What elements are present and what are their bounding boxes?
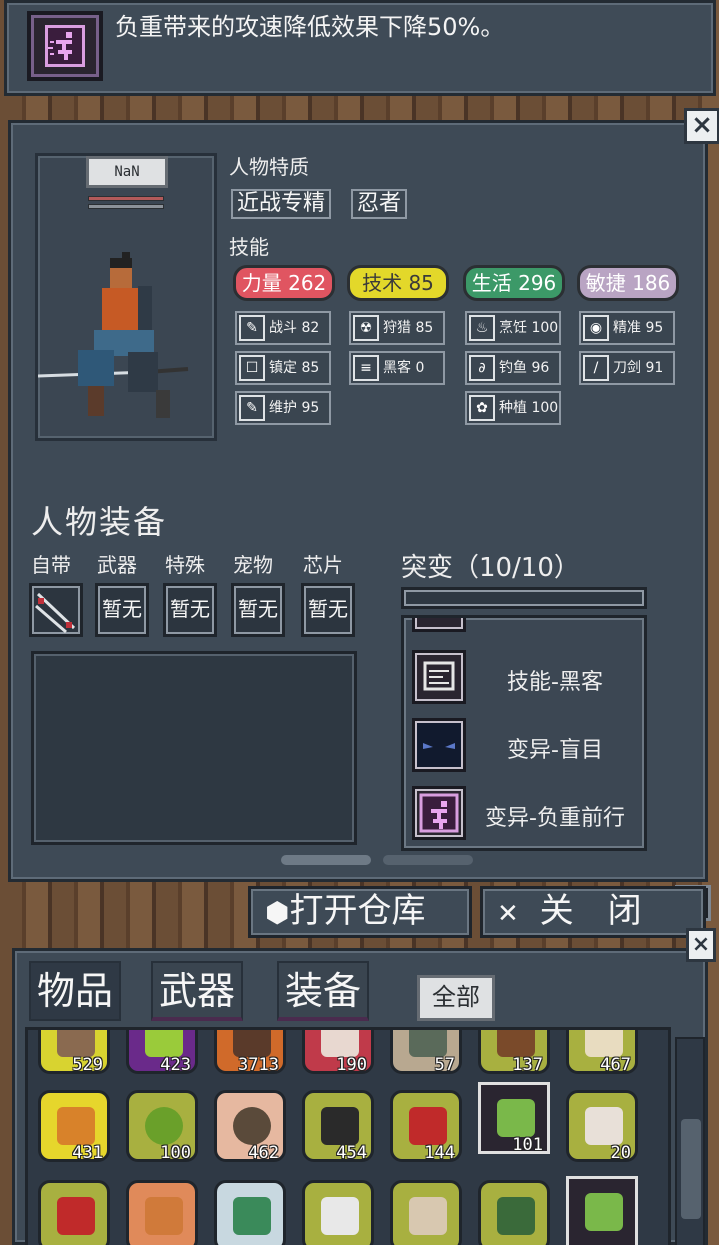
dual-blades-icon	[35, 592, 76, 634]
close-button[interactable]: ✕ 关 闭	[480, 886, 706, 938]
tooltip-text: 负重带来的攻速降低效果下降50%。	[115, 13, 505, 41]
skill-fishing[interactable]: ∂ 钓鱼 96	[465, 351, 561, 385]
skill-composure[interactable]: ☐ 镇定 85	[235, 351, 331, 385]
tab-weapons[interactable]: 武器	[151, 961, 244, 1021]
inventory-item[interactable]: 454	[302, 1090, 374, 1163]
character-portrait: NaN	[35, 153, 217, 441]
inventory-scrollbar[interactable]	[675, 1037, 705, 1245]
blind-eyes-icon	[412, 718, 466, 772]
slot-chip[interactable]: 暂无	[301, 583, 355, 637]
inventory-item[interactable]	[302, 1180, 374, 1245]
stat-strength[interactable]: 力量 262	[233, 265, 335, 301]
inventory-item[interactable]: 144	[390, 1090, 462, 1163]
running-figure-icon	[27, 11, 103, 81]
page-indicator-active[interactable]	[281, 855, 371, 865]
skill-hacking[interactable]: ≡ 黑客 0	[349, 351, 445, 385]
mutation-list[interactable]: 技能-黑客 变异-盲目 变异-负重前行	[401, 615, 647, 851]
trait-melee-specialist[interactable]: 近战专精	[231, 189, 332, 219]
tab-equipment[interactable]: 装备	[277, 961, 370, 1021]
close-icon: ✕	[497, 899, 519, 929]
circuit-icon: ≡	[353, 355, 379, 381]
health-bar	[88, 196, 164, 201]
stat-technique[interactable]: 技术 85	[347, 265, 449, 301]
plant-icon: ✿	[469, 395, 495, 421]
equipment-stats-box	[31, 651, 357, 845]
slot-builtin[interactable]	[29, 583, 83, 637]
slot-weapon[interactable]: 暂无	[95, 583, 149, 637]
skill-planting[interactable]: ✿ 种植 100	[465, 391, 561, 425]
mutation-progress-bar	[401, 587, 647, 609]
skill-combat[interactable]: ✎ 战斗 82	[235, 311, 331, 345]
box-icon: ⬢	[265, 896, 290, 929]
inventory-item[interactable]	[390, 1180, 462, 1245]
inventory-item-selected[interactable]: 101	[478, 1082, 550, 1155]
wrench-icon: ✎	[239, 315, 265, 341]
mutation-item-partial[interactable]	[412, 618, 638, 634]
stat-agility[interactable]: 敏捷 186	[577, 265, 679, 301]
inventory-item[interactable]	[478, 1180, 550, 1245]
mutation-item-burden-walker[interactable]: 变异-负重前行	[412, 786, 638, 842]
inventory-panel: 物品 武器 装备 全部 529 423 3713 190 57 137 467 …	[12, 948, 708, 1245]
mutations-title: 突变（10/10）	[401, 553, 580, 583]
ninja-sprite	[38, 252, 189, 418]
eye-icon: ◉	[583, 315, 609, 341]
inventory-item[interactable]	[566, 1176, 638, 1245]
skill-blades[interactable]: / 刀剑 91	[579, 351, 675, 385]
inventory-item[interactable]: 3713	[214, 1030, 286, 1075]
cooking-pot-icon: ♨	[469, 315, 495, 341]
slot-label-builtin: 自带	[31, 553, 71, 577]
open-storage-button[interactable]: ⬢打开仓库	[248, 886, 472, 938]
character-panel: NaN 人物特质 近战专精 忍者 技能 力量 262 技术 85 生活 296 …	[8, 120, 711, 921]
inventory-item[interactable]: 20	[566, 1090, 638, 1163]
close-icon[interactable]: ×	[684, 108, 719, 144]
slot-label-special: 特殊	[165, 553, 205, 577]
skill-precision[interactable]: ◉ 精准 95	[579, 311, 675, 345]
traits-label: 人物特质	[229, 155, 309, 179]
filter-all-button[interactable]: 全部	[417, 975, 495, 1021]
bandage-icon: ☐	[239, 355, 265, 381]
inventory-item[interactable]	[126, 1180, 198, 1245]
skills-label: 技能	[229, 235, 269, 259]
equipment-title: 人物装备	[31, 503, 168, 541]
scrollbar-thumb[interactable]	[681, 1119, 701, 1219]
mutation-icon	[412, 618, 466, 632]
stat-life[interactable]: 生活 296	[463, 265, 565, 301]
slot-label-pet: 宠物	[233, 553, 273, 577]
skill-cooking[interactable]: ♨ 烹饪 100	[465, 311, 561, 345]
inventory-item[interactable]: 462	[214, 1090, 286, 1163]
fish-icon: ∂	[469, 355, 495, 381]
inventory-item[interactable]: 57	[390, 1030, 462, 1075]
inventory-item[interactable]	[214, 1180, 286, 1245]
inventory-item[interactable]: 467	[566, 1030, 638, 1075]
tab-items[interactable]: 物品	[29, 961, 122, 1021]
trait-ninja[interactable]: 忍者	[351, 189, 408, 219]
skill-maintenance[interactable]: ✎ 维护 95	[235, 391, 331, 425]
inventory-grid: 529 423 3713 190 57 137 467 431 100 462 …	[25, 1027, 671, 1245]
character-name: NaN	[86, 156, 168, 188]
skill-hunting[interactable]: ☢ 狩猎 85	[349, 311, 445, 345]
inventory-item[interactable]: 423	[126, 1030, 198, 1075]
slot-special[interactable]: 暂无	[163, 583, 217, 637]
blade-icon: /	[583, 355, 609, 381]
page-indicator[interactable]	[383, 855, 473, 865]
slot-pet[interactable]: 暂无	[231, 583, 285, 637]
mutation-item-blind[interactable]: 变异-盲目	[412, 718, 638, 774]
inventory-item[interactable]: 431	[38, 1090, 110, 1163]
wrench-icon: ✎	[239, 395, 265, 421]
inventory-close-icon[interactable]: ×	[686, 928, 716, 962]
inventory-item[interactable]: 137	[478, 1030, 550, 1075]
inventory-item[interactable]: 529	[38, 1030, 110, 1075]
circuit-icon	[412, 650, 466, 704]
inventory-item[interactable]	[38, 1180, 110, 1245]
inventory-item[interactable]: 100	[126, 1090, 198, 1163]
slot-label-chip: 芯片	[303, 553, 343, 577]
mutation-tooltip: 负重带来的攻速降低效果下降50%。	[4, 0, 716, 96]
stamina-bar	[88, 204, 164, 209]
game-screen: 负重带来的攻速降低效果下降50%。 NaN 人物特质 近战专精 忍者 技能 力量…	[0, 0, 719, 1245]
mutation-item-hacker[interactable]: 技能-黑客	[412, 650, 638, 706]
running-figure-icon	[412, 786, 466, 840]
hazard-icon: ☢	[353, 315, 379, 341]
inventory-item[interactable]: 190	[302, 1030, 374, 1075]
slot-label-weapon: 武器	[97, 553, 137, 577]
